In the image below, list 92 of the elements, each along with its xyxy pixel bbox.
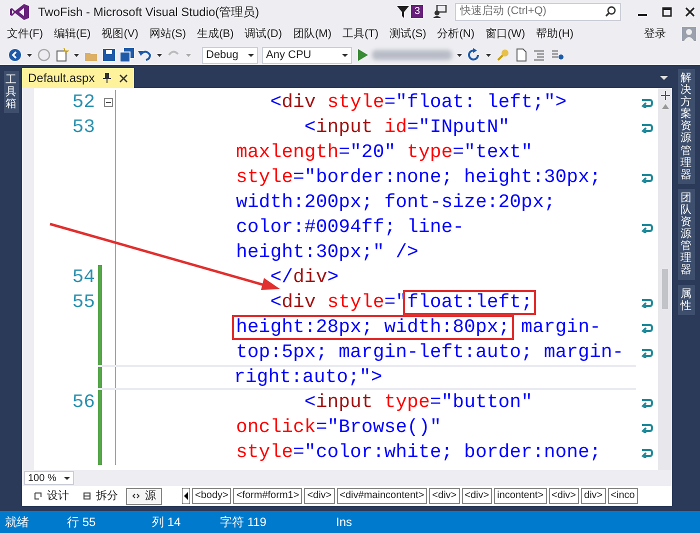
breadcrumb-item[interactable]: <div> [548, 488, 580, 504]
view-tab[interactable]: 设计 [28, 488, 75, 504]
highlighted-code: height:28px; width:80px; [232, 315, 514, 340]
split-view-icon [83, 492, 91, 500]
side-panel-tab[interactable]: 团队资源管理器 [678, 188, 694, 280]
line-number: 52 [71, 90, 96, 116]
document-icon[interactable] [514, 48, 528, 62]
code-line: color:#0094ff; line- [236, 215, 466, 240]
code-line: <input type="button" [303, 390, 534, 415]
breadcrumb-item[interactable]: <div> [304, 488, 335, 504]
platform-dropdown[interactable]: Any CPU [262, 46, 352, 64]
play-icon[interactable] [356, 48, 368, 62]
close-icon[interactable] [685, 6, 695, 16]
search-icon [605, 6, 616, 17]
insert-mode-indicator: Ins [336, 514, 354, 531]
column-indicator: 列 14 [152, 514, 182, 531]
sign-in-link[interactable]: 登录 [644, 26, 666, 42]
menu-item[interactable]: 测试(S) [386, 26, 430, 42]
window-title: TwoFish - Microsoft Visual Studio(管理员) [38, 4, 260, 20]
character-indicator: 字符 119 [220, 514, 268, 531]
collapse-icon[interactable] [104, 98, 113, 107]
menu-item[interactable]: 帮助(H) [533, 26, 577, 42]
notification-badge[interactable]: 3 [411, 5, 423, 18]
new-item-icon[interactable] [55, 48, 69, 62]
highlighted-code: float:left; [403, 290, 536, 315]
breadcrumb-item[interactable]: <form#form1> [233, 488, 302, 504]
caret-icon [248, 52, 254, 58]
code-line: width:200px; font-size:20px; [236, 190, 556, 215]
menu-item[interactable]: 调试(D) [242, 26, 286, 42]
code-line: style="border:none; height:30px; [236, 165, 602, 190]
design-view-icon [34, 492, 42, 500]
menu-item[interactable]: 工具(T) [340, 26, 382, 42]
code-view-icon [132, 492, 140, 500]
refresh-icon[interactable] [467, 48, 481, 62]
caret-icon [64, 476, 70, 480]
line-number: 54 [71, 265, 96, 290]
line-number: 53 [71, 115, 96, 140]
breadcrumb-item[interactable]: div> [581, 488, 606, 504]
code-line: <input id="INputN" [303, 115, 511, 140]
scrollbar-thumb[interactable] [662, 269, 668, 309]
breadcrumb-item[interactable]: <body> [192, 488, 232, 504]
menu-item[interactable]: 窗口(W) [482, 26, 528, 42]
side-panel-tab[interactable]: 工具箱 [4, 71, 18, 114]
close-icon[interactable] [118, 74, 128, 82]
view-tab[interactable]: 拆分 [77, 488, 124, 504]
menu-item[interactable]: 团队(M) [290, 26, 335, 42]
breadcrumb-item[interactable]: incontent> [494, 488, 547, 504]
configuration-dropdown[interactable]: Debug [202, 46, 258, 64]
menu-item[interactable]: 网站(S) [146, 26, 190, 42]
filter-icon[interactable] [397, 6, 410, 18]
split-icon [660, 91, 670, 100]
view-tab[interactable]: 源 [126, 488, 162, 504]
code-line: height:30px;" /> [236, 240, 420, 265]
code-line: </div> [269, 265, 340, 290]
side-panel-tab[interactable]: 解决方案资源管理器 [678, 69, 694, 184]
status-text: 就绪 [5, 514, 30, 531]
line-number: 56 [71, 390, 96, 416]
pin-icon [102, 73, 111, 83]
maximize-icon[interactable] [662, 6, 672, 16]
menu-item[interactable]: 编辑(E) [51, 26, 94, 42]
menu-item[interactable]: 生成(B) [194, 26, 237, 42]
scroll-up-icon [662, 104, 668, 109]
dropdown-icon[interactable] [660, 75, 668, 81]
line-number: 55 [71, 290, 96, 316]
code-line: maxlength="20" type="text" [236, 140, 534, 165]
zoom-dropdown[interactable]: 100 % [24, 471, 74, 485]
caret-icon [342, 52, 348, 58]
breadcrumb-item[interactable]: <div#maincontent> [336, 488, 428, 504]
code-line: <div style="float: left;"> [269, 90, 568, 115]
visual-studio-logo-icon [10, 2, 30, 20]
breadcrumb-item[interactable]: <div> [429, 488, 460, 504]
breadcrumb-item[interactable]: <inco [608, 488, 638, 504]
undo-icon[interactable] [138, 48, 152, 62]
code-line: top:5px; margin-left:auto; margin- [236, 340, 625, 365]
menu-item[interactable]: 视图(V) [98, 26, 142, 42]
back-icon[interactable] [8, 48, 22, 62]
scroll-left-icon[interactable] [182, 488, 190, 504]
menu-item[interactable]: 分析(N) [434, 26, 478, 42]
vertical-scrollbar[interactable] [658, 88, 672, 470]
code-line: onclick="Browse()" [236, 415, 442, 440]
code-line: right:auto;"> [98, 365, 636, 390]
side-panel-tab[interactable]: 属性 [678, 284, 694, 315]
save-all-icon[interactable] [120, 48, 134, 62]
save-icon[interactable] [102, 48, 116, 62]
quick-launch-field[interactable]: 快速启动 (Ctrl+Q) [455, 2, 621, 20]
breadcrumb-item[interactable]: <div> [462, 488, 492, 504]
outdent-icon[interactable] [532, 48, 546, 62]
feedback-icon[interactable] [433, 5, 447, 18]
menu-item[interactable]: 文件(F) [4, 26, 46, 42]
code-line: style="color:white; border:none; [236, 440, 602, 465]
document-tab[interactable]: Default.aspx [22, 68, 134, 88]
line-indicator: 行 55 [67, 514, 97, 531]
